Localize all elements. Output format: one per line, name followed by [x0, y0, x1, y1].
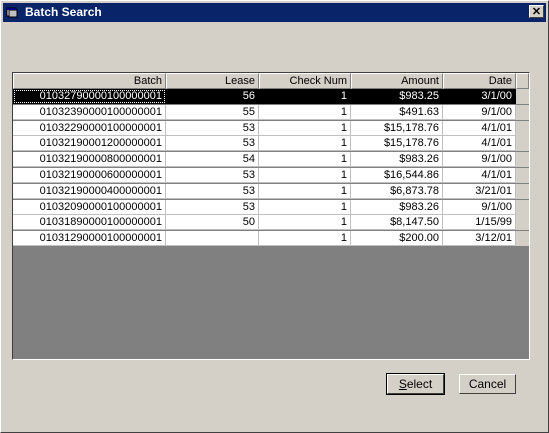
column-header-lease[interactable]: Lease	[166, 73, 259, 89]
cell-lease[interactable]: 53	[166, 168, 259, 183]
batch-search-window: Batch Search ✕ Batch Lease Check Num Amo…	[0, 0, 549, 433]
batch-grid[interactable]: Batch Lease Check Num Amount Date 010327…	[12, 72, 530, 360]
cell-batch[interactable]: 01032190000800000001	[13, 152, 166, 168]
cell-check-num[interactable]: 1	[259, 89, 351, 104]
cell-amount[interactable]: $6,873.78	[351, 183, 443, 199]
table-row[interactable]: 01032190000800000001 54 1 $983.26 9/1/00	[13, 152, 529, 168]
cell-amount[interactable]: $15,178.76	[351, 120, 443, 136]
title-bar[interactable]: Batch Search ✕	[3, 3, 546, 22]
cell-lease[interactable]	[166, 231, 259, 247]
grid-body: Batch Lease Check Num Amount Date 010327…	[13, 73, 529, 359]
cell-check-num[interactable]: 1	[259, 136, 351, 152]
close-button[interactable]: ✕	[529, 5, 544, 18]
cell-lease[interactable]: 53	[166, 183, 259, 199]
cell-lease[interactable]: 50	[166, 215, 259, 231]
app-icon	[6, 7, 18, 18]
row-filler	[516, 104, 529, 120]
table-row[interactable]: 01032090000100000001 53 1 $983.26 9/1/00	[13, 199, 529, 215]
row-filler	[516, 231, 529, 247]
cell-lease[interactable]: 53	[166, 199, 259, 215]
cell-batch[interactable]: 01032290000100000001	[13, 120, 166, 136]
cell-date[interactable]: 3/12/01	[443, 231, 516, 247]
cell-amount[interactable]: $983.26	[351, 152, 443, 168]
cell-batch[interactable]: 01032390000100000001	[13, 104, 166, 120]
cell-lease[interactable]: 53	[166, 136, 259, 152]
window-title: Batch Search	[25, 5, 102, 19]
cell-amount[interactable]: $200.00	[351, 231, 443, 247]
column-header-filler	[516, 73, 529, 89]
cell-lease[interactable]: 53	[166, 120, 259, 136]
column-header-check-num[interactable]: Check Num	[259, 73, 351, 89]
cell-check-num[interactable]: 1	[259, 183, 351, 199]
select-accelerator: S	[398, 377, 407, 391]
row-filler	[516, 168, 529, 183]
table-row[interactable]: 01032190001200000001 53 1 $15,178.76 4/1/01	[13, 136, 529, 152]
select-label: elect	[406, 377, 433, 391]
cell-check-num[interactable]: 1	[259, 168, 351, 183]
table-row[interactable]: 01032390000100000001 55 1 $491.63 9/1/00	[13, 104, 529, 120]
column-header-amount[interactable]: Amount	[351, 73, 443, 89]
column-header-batch[interactable]: Batch	[13, 73, 166, 89]
cell-check-num[interactable]: 1	[259, 152, 351, 168]
cell-batch[interactable]: 01032790000100000001	[13, 89, 166, 104]
cell-amount[interactable]: $491.63	[351, 104, 443, 120]
cell-batch[interactable]: 01032190000600000001	[13, 168, 166, 183]
cell-check-num[interactable]: 1	[259, 120, 351, 136]
cell-amount[interactable]: $16,544.86	[351, 168, 443, 183]
close-icon: ✕	[531, 6, 542, 18]
cell-batch[interactable]: 01031890000100000001	[13, 215, 166, 231]
row-filler	[516, 120, 529, 136]
row-filler	[516, 152, 529, 168]
table-row[interactable]: 01032790000100000001 56 1 $983.25 3/1/00	[13, 89, 529, 104]
cell-amount[interactable]: $983.25	[351, 89, 443, 104]
cell-date[interactable]: 9/1/00	[443, 199, 516, 215]
cell-lease[interactable]: 56	[166, 89, 259, 104]
table-row[interactable]: 01031290000100000001 1 $200.00 3/12/01	[13, 231, 529, 247]
column-header-date[interactable]: Date	[443, 73, 516, 89]
row-filler	[516, 136, 529, 152]
cell-batch[interactable]: 01032190001200000001	[13, 136, 166, 152]
cell-lease[interactable]: 54	[166, 152, 259, 168]
cell-check-num[interactable]: 1	[259, 215, 351, 231]
cell-check-num[interactable]: 1	[259, 104, 351, 120]
cell-date[interactable]: 4/1/01	[443, 120, 516, 136]
cell-amount[interactable]: $15,178.76	[351, 136, 443, 152]
cell-date[interactable]: 3/1/00	[443, 89, 516, 104]
row-filler	[516, 89, 529, 104]
cancel-button[interactable]: Cancel	[459, 374, 516, 394]
select-button[interactable]: Select	[386, 373, 445, 395]
cell-check-num[interactable]: 1	[259, 199, 351, 215]
cell-check-num[interactable]: 1	[259, 231, 351, 247]
cell-batch[interactable]: 01032090000100000001	[13, 199, 166, 215]
cell-batch[interactable]: 01031290000100000001	[13, 231, 166, 247]
table-row[interactable]: 01032190000600000001 53 1 $16,544.86 4/1/01	[13, 168, 529, 183]
cell-date[interactable]: 1/15/99	[443, 215, 516, 231]
cell-date[interactable]: 9/1/00	[443, 104, 516, 120]
table-row[interactable]: 01032190000400000001 53 1 $6,873.78 3/21/01	[13, 183, 529, 199]
cell-date[interactable]: 3/21/01	[443, 183, 516, 199]
row-filler	[516, 215, 529, 231]
table-row[interactable]: 01031890000100000001 50 1 $8,147.50 1/15/99	[13, 215, 529, 231]
cell-date[interactable]: 9/1/00	[443, 152, 516, 168]
cell-amount[interactable]: $8,147.50	[351, 215, 443, 231]
cell-lease[interactable]: 55	[166, 104, 259, 120]
cell-date[interactable]: 4/1/01	[443, 168, 516, 183]
cell-amount[interactable]: $983.26	[351, 199, 443, 215]
row-filler	[516, 199, 529, 215]
cell-date[interactable]: 4/1/01	[443, 136, 516, 152]
table-row[interactable]: 01032290000100000001 53 1 $15,178.76 4/1/01	[13, 120, 529, 136]
cell-batch[interactable]: 01032190000400000001	[13, 183, 166, 199]
row-filler	[516, 183, 529, 199]
